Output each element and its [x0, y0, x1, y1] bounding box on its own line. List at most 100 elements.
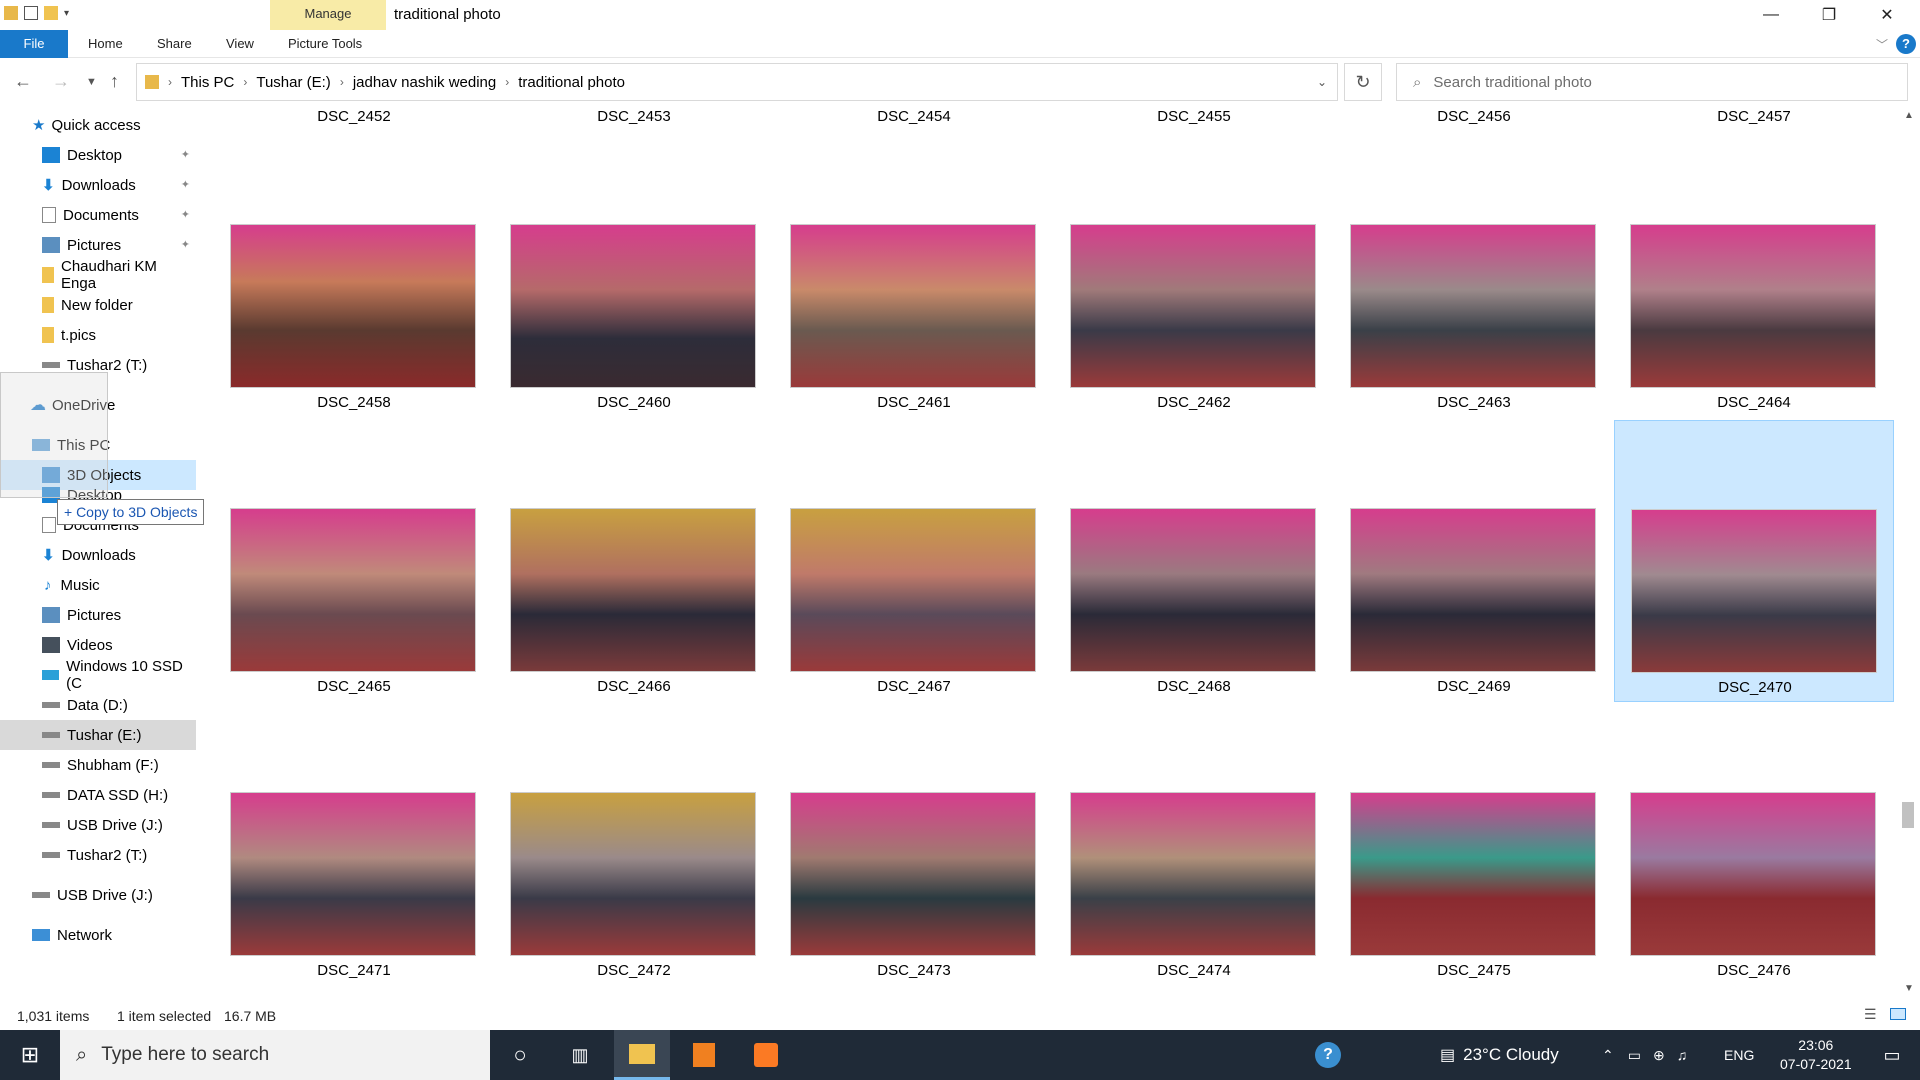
- search-box[interactable]: ⌕ Search traditional photo: [1396, 63, 1908, 101]
- photo-thumbnail[interactable]: [510, 224, 756, 388]
- weather-widget[interactable]: ▤ 23°C Cloudy: [1440, 1030, 1559, 1080]
- photo-thumbnail[interactable]: [1631, 509, 1877, 673]
- chevron-right-icon[interactable]: ›: [340, 75, 344, 89]
- up-arrow-icon[interactable]: ↑: [110, 71, 119, 92]
- breadcrumb-this-pc[interactable]: This PC: [181, 74, 234, 91]
- scrollbar-thumb[interactable]: [1902, 802, 1914, 828]
- file-tile[interactable]: DSC_2468: [1054, 420, 1334, 702]
- details-view-icon[interactable]: ☰: [1864, 1006, 1877, 1023]
- file-label[interactable]: DSC_2456: [1334, 108, 1614, 125]
- forward-arrow-icon[interactable]: →: [52, 71, 70, 92]
- file-tile[interactable]: DSC_2464: [1614, 136, 1894, 418]
- recent-locations-icon[interactable]: ▼: [86, 76, 97, 88]
- cortana-icon[interactable]: ○: [492, 1030, 548, 1080]
- sidebar-item-desktop[interactable]: Desktop ✦: [0, 140, 196, 170]
- photo-thumbnail[interactable]: [510, 508, 756, 672]
- file-tile[interactable]: DSC_2463: [1334, 136, 1614, 418]
- file-tile[interactable]: DSC_2458: [214, 136, 494, 418]
- photo-thumbnail[interactable]: [510, 792, 756, 956]
- pin-icon[interactable]: ✦: [181, 148, 190, 161]
- clock[interactable]: 23:06 07-07-2021: [1780, 1030, 1852, 1080]
- file-explorer-taskbar-icon[interactable]: [614, 1030, 670, 1080]
- help-icon[interactable]: ?: [1896, 34, 1916, 54]
- file-tile[interactable]: DSC_2462: [1054, 136, 1334, 418]
- pin-icon[interactable]: ✦: [181, 178, 190, 191]
- breadcrumb-folder[interactable]: jadhav nashik weding: [353, 74, 496, 91]
- file-label[interactable]: DSC_2457: [1614, 108, 1894, 125]
- file-tile[interactable]: DSC_2469: [1334, 420, 1614, 702]
- new-folder-icon[interactable]: [44, 6, 58, 20]
- address-dropdown-icon[interactable]: ⌄: [1317, 75, 1327, 89]
- breadcrumb-drive[interactable]: Tushar (E:): [256, 74, 330, 91]
- back-arrow-icon[interactable]: ←: [14, 71, 32, 92]
- pin-icon[interactable]: ✦: [181, 238, 190, 251]
- large-icons-view-icon[interactable]: [1890, 1008, 1906, 1020]
- photo-thumbnail[interactable]: [230, 792, 476, 956]
- folder-icon[interactable]: [4, 6, 18, 20]
- sidebar-item-tpics[interactable]: t.pics: [0, 320, 196, 350]
- photo-thumbnail[interactable]: [1070, 224, 1316, 388]
- scroll-down-icon[interactable]: ▼: [1904, 983, 1914, 994]
- photo-thumbnail[interactable]: [1630, 792, 1876, 956]
- file-tile[interactable]: DSC_2472: [494, 704, 774, 986]
- file-tile[interactable]: DSC_2465: [214, 420, 494, 702]
- sidebar-item-downloads[interactable]: ⬇ Downloads ✦: [0, 170, 196, 200]
- windows-start-icon[interactable]: ⊞: [2, 1030, 58, 1080]
- photo-thumbnail[interactable]: [1070, 792, 1316, 956]
- sidebar-item-music[interactable]: ♪ Music: [0, 570, 196, 600]
- close-button[interactable]: ✕: [1858, 0, 1916, 30]
- address-bar[interactable]: › This PC › Tushar (E:) › jadhav nashik …: [136, 63, 1338, 101]
- properties-icon[interactable]: [24, 6, 38, 20]
- minimize-button[interactable]: —: [1742, 0, 1800, 30]
- file-tile[interactable]: DSC_2467: [774, 420, 1054, 702]
- refresh-button[interactable]: ↻: [1344, 63, 1382, 101]
- tab-view[interactable]: View: [226, 30, 254, 58]
- sidebar-item-new-folder[interactable]: New folder: [0, 290, 196, 320]
- sidebar-item-chaudhari[interactable]: Chaudhari KM Enga: [0, 258, 196, 292]
- notification-icon[interactable]: ▭: [1864, 1030, 1920, 1080]
- file-label[interactable]: DSC_2454: [774, 108, 1054, 125]
- photo-thumbnail[interactable]: [1630, 224, 1876, 388]
- file-tile[interactable]: DSC_2473: [774, 704, 1054, 986]
- photo-thumbnail[interactable]: [1350, 224, 1596, 388]
- photo-thumbnail[interactable]: [790, 792, 1036, 956]
- task-view-icon[interactable]: ▥: [552, 1030, 608, 1080]
- chevron-right-icon[interactable]: ›: [505, 75, 509, 89]
- tab-share[interactable]: Share: [157, 30, 192, 58]
- sidebar-item-documents[interactable]: Documents ✦: [0, 200, 196, 230]
- file-tile[interactable]: DSC_2475: [1334, 704, 1614, 986]
- help-tray-icon[interactable]: ?: [1300, 1030, 1356, 1080]
- sidebar-item-pictures[interactable]: Pictures ✦: [0, 230, 196, 260]
- xampp-icon[interactable]: [738, 1030, 794, 1080]
- photo-thumbnail[interactable]: [230, 224, 476, 388]
- sidebar-item-quick-access[interactable]: ★ Quick access: [0, 110, 196, 140]
- manage-contextual-tab[interactable]: Manage: [270, 0, 386, 30]
- sidebar-item-data-ssd-h[interactable]: DATA SSD (H:): [0, 780, 196, 810]
- sidebar-item-pictures-pc[interactable]: Pictures: [0, 600, 196, 630]
- sidebar-item-tushar-e[interactable]: Tushar (E:): [0, 720, 196, 750]
- file-tile[interactable]: DSC_2474: [1054, 704, 1334, 986]
- file-tile[interactable]: DSC_2460: [494, 136, 774, 418]
- file-label[interactable]: DSC_2452: [214, 108, 494, 125]
- vertical-scrollbar[interactable]: ▲ ▼: [1898, 108, 1920, 996]
- file-label[interactable]: DSC_2453: [494, 108, 774, 125]
- sublime-text-icon[interactable]: [676, 1030, 732, 1080]
- photo-thumbnail[interactable]: [1070, 508, 1316, 672]
- tab-picture-tools[interactable]: Picture Tools: [288, 30, 362, 58]
- sidebar-item-data-d[interactable]: Data (D:): [0, 690, 196, 720]
- search-input[interactable]: Search traditional photo: [1433, 74, 1591, 91]
- chevron-right-icon[interactable]: ›: [168, 75, 172, 89]
- sidebar-item-usb-drive[interactable]: USB Drive (J:): [0, 880, 196, 910]
- chevron-right-icon[interactable]: ›: [243, 75, 247, 89]
- sidebar-item-downloads-pc[interactable]: ⬇ Downloads: [0, 540, 196, 570]
- photo-thumbnail[interactable]: [230, 508, 476, 672]
- file-tile[interactable]: DSC_2471: [214, 704, 494, 986]
- scroll-up-icon[interactable]: ▲: [1904, 110, 1914, 121]
- customize-toolbar-icon[interactable]: ▾: [64, 8, 69, 19]
- chevron-up-icon[interactable]: ⌃: [1602, 1047, 1614, 1064]
- language-indicator[interactable]: ENG: [1724, 1030, 1754, 1080]
- speaker-icon[interactable]: ♫: [1677, 1047, 1688, 1063]
- sidebar-item-tushar2-t[interactable]: Tushar2 (T:): [0, 840, 196, 870]
- photo-thumbnail[interactable]: [790, 508, 1036, 672]
- taskbar-search-input[interactable]: Type here to search: [101, 1044, 269, 1066]
